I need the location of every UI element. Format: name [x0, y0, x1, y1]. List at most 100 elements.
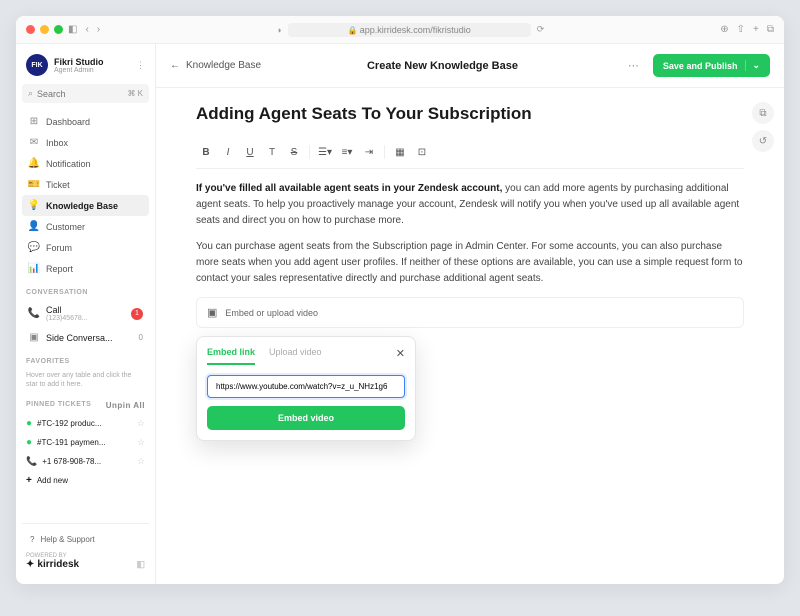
forward-icon[interactable]: › — [97, 24, 100, 35]
back-link[interactable]: ← Knowledge Base — [170, 60, 261, 71]
conversation-label: CONVERSATION — [26, 289, 145, 296]
bulb-icon: 💡 — [28, 200, 40, 211]
editor-toolbar: B I U T S ☰▾ ≡▾ ⇥ ▦ ⊡ — [196, 136, 744, 169]
search-input[interactable] — [37, 89, 123, 99]
conv-side[interactable]: ▣ Side Conversa... 0 — [22, 327, 149, 348]
share-icon[interactable]: ⇧ — [737, 24, 745, 35]
download-icon[interactable]: ⊕ — [720, 24, 728, 35]
side-icon: ▣ — [28, 332, 40, 343]
browser-chrome: ◧ ‹ › ◑ 🔒 app.kirridesk.com/fikristudio … — [16, 16, 784, 44]
close-window[interactable] — [26, 25, 35, 34]
maximize-window[interactable] — [54, 25, 63, 34]
pinned-phone[interactable]: 📞+1 678-908-78...☆ — [22, 452, 149, 471]
profile-block[interactable]: FIK Fikri Studio Agent Admin ⋮ — [22, 52, 149, 84]
tab-embed-link[interactable]: Embed link — [207, 347, 255, 365]
strike-button[interactable]: S — [284, 142, 304, 162]
refresh-icon[interactable]: ⟳ — [537, 24, 545, 35]
collapse-icon[interactable]: ◧ — [136, 559, 145, 570]
nav-dashboard[interactable]: ⊞Dashboard — [22, 111, 149, 132]
nav-knowledge-base[interactable]: 💡Knowledge Base — [22, 195, 149, 216]
tab-upload-video[interactable]: Upload video — [269, 347, 322, 365]
unpin-all[interactable]: Unpin All — [106, 401, 145, 410]
nav-notification[interactable]: 🔔Notification — [22, 153, 149, 174]
article-paragraph-2[interactable]: You can purchase agent seats from the Su… — [196, 239, 744, 287]
chart-icon: 📊 — [28, 263, 40, 274]
profile-name: Fikri Studio — [54, 57, 130, 67]
whatsapp-icon: ● — [26, 418, 32, 429]
bell-icon: 🔔 — [28, 158, 40, 169]
main-content: ← Knowledge Base Create New Knowledge Ba… — [156, 44, 784, 584]
traffic-lights — [26, 25, 63, 34]
avatar: FIK — [26, 54, 48, 76]
tabs-icon[interactable]: ⧉ — [767, 24, 774, 35]
more-menu[interactable]: ⋯ — [624, 59, 643, 72]
close-icon[interactable]: ✕ — [396, 347, 405, 365]
align-button[interactable]: ≡▾ — [337, 142, 357, 162]
pinned-add-new[interactable]: +Add new — [22, 471, 149, 490]
list-button[interactable]: ☰▾ — [315, 142, 335, 162]
plus-icon: + — [26, 475, 32, 486]
embed-video-button[interactable]: Embed video — [207, 406, 405, 430]
pinned-tc191[interactable]: ●#TC-191 paymen...☆ — [22, 433, 149, 452]
text-button[interactable]: T — [262, 142, 282, 162]
nav-report[interactable]: 📊Report — [22, 258, 149, 279]
new-tab-icon[interactable]: + — [753, 24, 759, 35]
article-paragraph-1[interactable]: If you've filled all available agent sea… — [196, 181, 744, 229]
chat-icon: 💬 — [28, 242, 40, 253]
favorites-label: FAVORITES — [26, 358, 145, 365]
nav-inbox[interactable]: ✉Inbox — [22, 132, 149, 153]
embed-popup: Embed link Upload video ✕ Embed video — [196, 336, 416, 441]
pin-icon[interactable]: ☆ — [137, 418, 145, 429]
nav-forum[interactable]: 💬Forum — [22, 237, 149, 258]
help-support[interactable]: ?Help & Support — [26, 530, 145, 549]
article-title[interactable]: Adding Agent Seats To Your Subscription — [196, 104, 744, 124]
profile-role: Agent Admin — [54, 67, 130, 74]
copy-icon[interactable]: ⧉ — [752, 102, 774, 124]
image-button[interactable]: ▦ — [390, 142, 410, 162]
sidebar-toggle-icon[interactable]: ◧ — [68, 24, 77, 35]
search-shortcut: ⌘ K — [127, 89, 143, 98]
pin-icon[interactable]: ☆ — [137, 437, 145, 448]
side-count: 0 — [139, 333, 143, 342]
save-publish-button[interactable]: Save and Publish ⌄ — [653, 54, 770, 77]
phone-icon: 📞 — [26, 456, 37, 467]
url-bar[interactable]: 🔒 app.kirridesk.com/fikristudio — [288, 23, 531, 37]
page-title: Create New Knowledge Base — [271, 60, 614, 72]
history-icon[interactable]: ↺ — [752, 130, 774, 152]
shield-icon: ◑ — [276, 25, 281, 35]
video-icon: ▣ — [207, 306, 217, 319]
back-icon[interactable]: ‹ — [85, 24, 88, 35]
ticket-icon: 🎫 — [28, 179, 40, 190]
search-icon: ⌕ — [28, 88, 33, 99]
underline-button[interactable]: U — [240, 142, 260, 162]
sidebar: FIK Fikri Studio Agent Admin ⋮ ⌕ ⌘ K ⊞Da… — [16, 44, 156, 584]
topbar: ← Knowledge Base Create New Knowledge Ba… — [156, 44, 784, 88]
italic-button[interactable]: I — [218, 142, 238, 162]
phone-icon: 📞 — [28, 308, 40, 319]
user-icon: 👤 — [28, 221, 40, 232]
favorites-hint: Hover over any table and click the star … — [22, 369, 149, 391]
minimize-window[interactable] — [40, 25, 49, 34]
search-box[interactable]: ⌕ ⌘ K — [22, 84, 149, 103]
indent-button[interactable]: ⇥ — [359, 142, 379, 162]
conv-call[interactable]: 📞 Call (123)45678... 1 — [22, 300, 149, 327]
nav-customer[interactable]: 👤Customer — [22, 216, 149, 237]
inbox-icon: ✉ — [28, 137, 40, 148]
brand-logo: ✦kirridesk◧ — [26, 559, 145, 570]
bold-button[interactable]: B — [196, 142, 216, 162]
nav-ticket[interactable]: 🎫Ticket — [22, 174, 149, 195]
embed-video-block[interactable]: ▣ Embed or upload video — [196, 297, 744, 328]
pin-icon[interactable]: ☆ — [137, 456, 145, 467]
dashboard-icon: ⊞ — [28, 116, 40, 127]
profile-menu-icon[interactable]: ⋮ — [136, 60, 145, 71]
arrow-left-icon: ← — [170, 60, 180, 71]
chevron-down-icon[interactable]: ⌄ — [745, 60, 760, 71]
help-icon: ? — [30, 535, 34, 544]
pinned-label: PINNED TICKETS Unpin All — [26, 401, 145, 410]
pinned-tc192[interactable]: ●#TC-192 produc...☆ — [22, 414, 149, 433]
whatsapp-icon: ● — [26, 437, 32, 448]
call-badge: 1 — [131, 308, 143, 320]
app-window: ◧ ‹ › ◑ 🔒 app.kirridesk.com/fikristudio … — [16, 16, 784, 584]
embed-url-input[interactable] — [207, 375, 405, 398]
code-button[interactable]: ⊡ — [412, 142, 432, 162]
